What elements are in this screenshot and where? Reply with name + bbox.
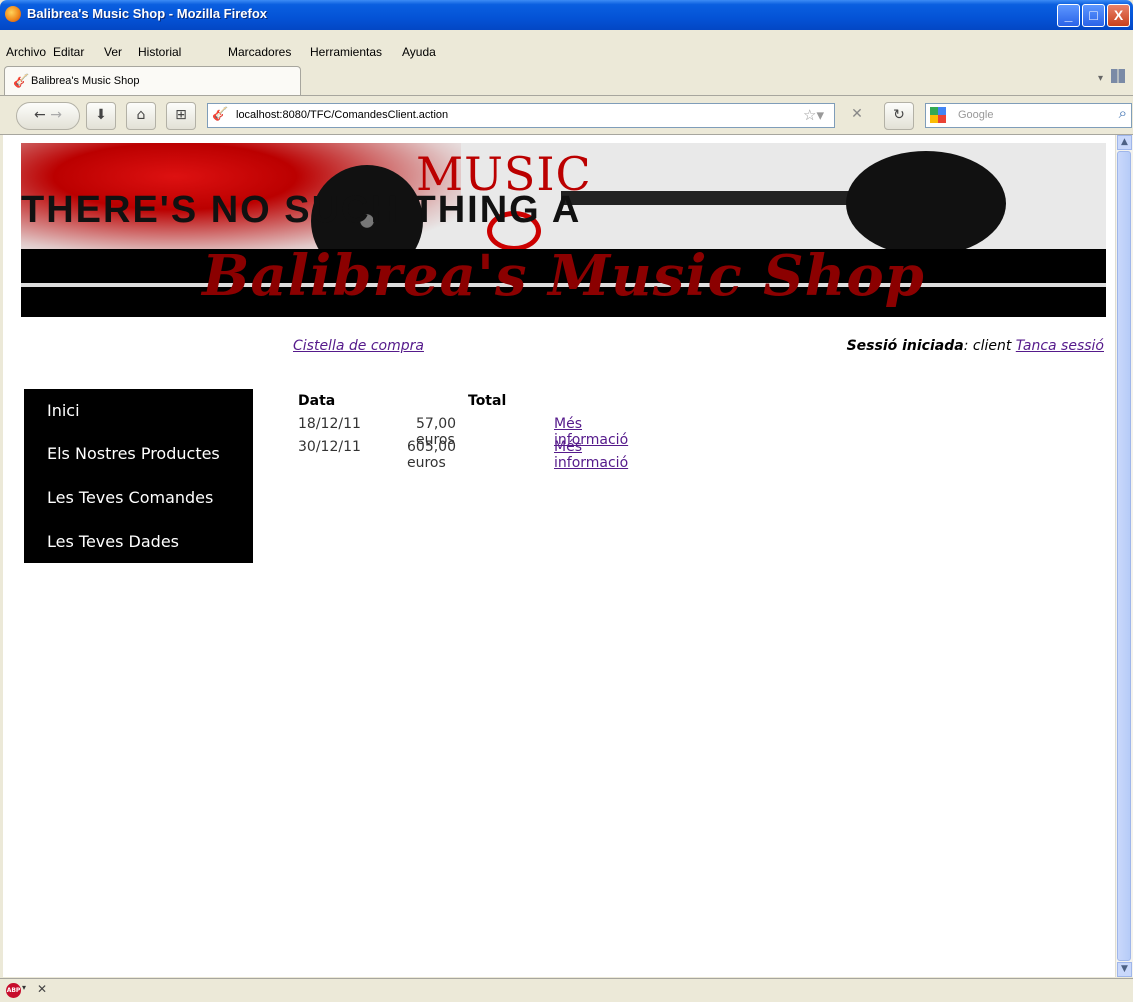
menu-ver[interactable]: Ver — [104, 45, 122, 59]
window-title: Balibrea's Music Shop - Mozilla Firefox — [27, 6, 268, 21]
session-info: Sessió iniciada: client Tanca sessió — [847, 338, 1104, 354]
home-button[interactable]: ⌂ — [126, 102, 156, 130]
tab-label: Balibrea's Music Shop — [31, 75, 140, 87]
search-placeholder: Google — [958, 109, 994, 121]
reload-button[interactable]: ↻ — [884, 102, 914, 130]
session-user: : client — [963, 338, 1016, 354]
banner-brand-title: Balibrea's Music Shop — [202, 243, 925, 309]
url-text[interactable]: localhost:8080/TFC/ComandesClient.action — [236, 109, 448, 121]
menu-marcadores[interactable]: Marcadores — [228, 45, 291, 59]
download-button[interactable]: ⬇ — [86, 102, 116, 130]
close-button[interactable]: X — [1107, 4, 1130, 27]
status-bar: ABP ▾ ✕ — [0, 978, 1133, 1002]
cart-link[interactable]: Cistella de compra — [293, 338, 424, 354]
scroll-down-icon[interactable]: ▼ — [1117, 962, 1132, 977]
row-date: 18/12/11 — [298, 416, 361, 432]
tab-grid-icon[interactable] — [1111, 69, 1125, 83]
shop-banner: MUSIC THERE'S NO SUCH THING A Balibrea's… — [21, 143, 1106, 317]
adblock-dropdown-icon[interactable]: ▾ — [22, 983, 26, 992]
logout-link[interactable]: Tanca sessió — [1016, 338, 1104, 354]
minimize-button[interactable]: _ — [1057, 4, 1080, 27]
close-icon[interactable]: ✕ — [37, 982, 47, 996]
sidebar-item-dades[interactable]: Les Teves Dades — [47, 532, 179, 551]
window-titlebar: Balibrea's Music Shop - Mozilla Firefox … — [0, 0, 1133, 30]
sidebar-item-productes[interactable]: Els Nostres Productes — [47, 444, 220, 463]
sidebar-item-comandes[interactable]: Les Teves Comandes — [47, 488, 213, 507]
guitar-body-graphic — [846, 151, 1006, 256]
menu-ayuda[interactable]: Ayuda — [402, 45, 436, 59]
menu-historial[interactable]: Historial — [138, 45, 181, 59]
more-info-link[interactable]: Més informació — [554, 439, 628, 471]
download-arrow-icon: ⬇ — [95, 107, 107, 123]
header-total: Total — [468, 393, 507, 409]
maximize-button[interactable]: □ — [1082, 4, 1105, 27]
reload-icon: ↻ — [893, 107, 905, 123]
guitar-neck-graphic — [561, 191, 861, 205]
stop-icon: ✕ — [851, 106, 863, 122]
forward-icon[interactable]: → — [50, 107, 62, 123]
scroll-up-icon[interactable]: ▲ — [1117, 135, 1132, 150]
row-date: 30/12/11 — [298, 439, 361, 455]
tab-balibrea[interactable]: 🎸 Balibrea's Music Shop — [4, 66, 301, 95]
menu-herramientas[interactable]: Herramientas — [310, 45, 382, 59]
menu-editar[interactable]: Editar — [53, 45, 84, 59]
page-viewport: MUSIC THERE'S NO SUCH THING A Balibrea's… — [3, 135, 1115, 977]
search-bar[interactable]: Google ⌕ — [925, 103, 1132, 128]
session-label: Sessió iniciada — [846, 338, 964, 354]
tab-strip: 🎸 Balibrea's Music Shop ▾ — [0, 63, 1133, 96]
header-date: Data — [298, 393, 336, 409]
sidebar-item-inici[interactable]: Inici — [47, 401, 80, 420]
list-all-tabs-icon[interactable]: ▾ — [1098, 73, 1103, 84]
guitar-favicon-icon: 🎸 — [212, 107, 229, 122]
home-icon: ⌂ — [136, 107, 146, 123]
sidebar-menu: Inici Els Nostres Productes Les Teves Co… — [24, 389, 253, 563]
navigation-toolbar: ← → ⬇ ⌂ ⊞ 🎸 localhost:8080/TFC/ComandesC… — [0, 96, 1133, 135]
back-forward-button[interactable]: ← → — [16, 102, 80, 130]
guitar-favicon-icon: 🎸 — [13, 74, 30, 89]
url-bar[interactable]: 🎸 localhost:8080/TFC/ComandesClient.acti… — [207, 103, 835, 128]
banner-tagline: THERE'S NO SUCH THING A — [21, 189, 582, 231]
firefox-icon — [5, 6, 21, 22]
menu-archivo[interactable]: Archivo — [6, 45, 46, 59]
adblock-icon[interactable]: ABP — [6, 983, 21, 998]
new-tab-button[interactable]: ⊞ — [166, 102, 196, 130]
vertical-scrollbar[interactable]: ▲ ▼ — [1115, 135, 1133, 977]
stop-button[interactable]: ✕ — [840, 102, 874, 128]
search-icon[interactable]: ⌕ — [1119, 104, 1127, 122]
new-tab-icon: ⊞ — [175, 107, 187, 123]
bookmark-star-icon[interactable]: ☆▾ — [803, 106, 824, 124]
row-total: 605,00 euros — [407, 439, 456, 471]
back-icon[interactable]: ← — [34, 107, 46, 123]
scrollbar-thumb[interactable] — [1117, 151, 1131, 961]
menu-bar: Archivo Editar Ver Historial Marcadores … — [0, 41, 1133, 61]
google-icon[interactable] — [930, 107, 946, 123]
